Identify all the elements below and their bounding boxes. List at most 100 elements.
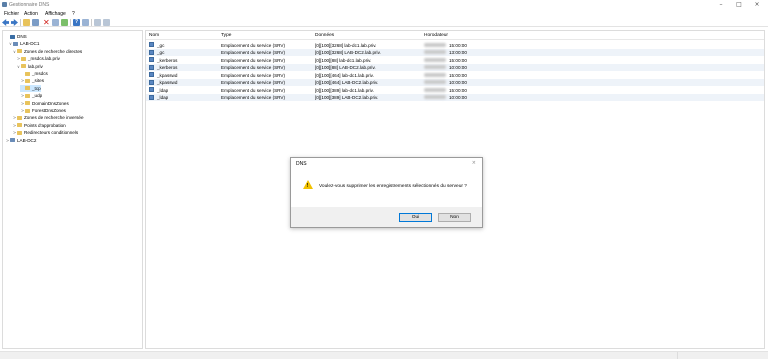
tree-item[interactable]: > LAB-DC2 [5,137,37,144]
tree-item-label: _udp [32,93,43,99]
tree-item-label: DNS [17,34,27,39]
tree-item[interactable]: ∨ Zones de recherche directes [12,48,82,55]
menu-fichier[interactable]: Fichier [4,11,19,17]
menu-affichage[interactable]: Affichage [45,11,66,17]
tree-item[interactable]: > _msdcs.lab.priv [16,55,60,62]
folder-icon [25,86,30,91]
record-icon [149,42,154,47]
table-row[interactable]: _ldap Emplacement du service (SRV) [0][100… [146,86,764,94]
table-row[interactable]: _kerberos Emplacement du service (SRV) [0]… [146,56,764,64]
dialog-footer: Oui Non [291,207,482,227]
column-header-data[interactable]: Données [315,33,334,38]
close-window-button[interactable]: × [750,1,764,9]
export-list-icon[interactable] [82,19,89,26]
up-folder-icon[interactable] [23,19,30,26]
properties-icon[interactable] [52,19,59,26]
back-icon[interactable] [2,19,9,26]
tree-item[interactable]: _tcp [20,84,41,92]
redacted-date [424,87,446,92]
show-tree-icon[interactable] [32,19,39,26]
cell-type: Emplacement du service (SRV) [221,80,285,85]
cell-data: [0][100][389] LAB-DC2.lab.priv. [315,95,379,100]
refresh-icon[interactable] [61,19,68,26]
record-icon [149,57,154,62]
tree-item[interactable]: > _sites [20,77,44,84]
cell-data: [0][100][88] lab-dc1.lab.priv. [315,57,372,63]
menu-action[interactable]: Action [24,11,38,17]
dns-icon [10,34,15,39]
redacted-date [424,95,446,99]
folder-icon [21,64,26,69]
tree-item[interactable]: > ForestDnsZones [20,107,66,114]
column-header-name[interactable]: Nom [149,33,159,38]
cell-time: 10:00:00 [449,80,467,85]
record-icon [149,72,154,77]
tree-item-label: ForestDnsZones [32,108,66,113]
column-header-type[interactable]: Type [221,33,231,38]
table-row[interactable]: _kpasswd Emplacement du service (SRV) [0][… [146,71,764,79]
help-icon[interactable]: ? [73,19,80,26]
cell-name: _kerberos [157,57,178,63]
tree-item[interactable]: > _udp [20,92,42,99]
tree-item-label: _tcp [32,85,41,91]
record-icon [149,87,154,92]
tree-item[interactable]: > Redirecteurs conditionnels [12,129,78,136]
table-row[interactable]: _kpasswd Emplacement du service (SRV) [0][… [146,78,764,86]
cell-time: 15:00:00 [449,72,467,78]
redacted-date [424,57,446,62]
cell-data: [0][100][464] lab-dc1.lab.priv. [315,72,374,78]
tree-item-label: LAB-DC2 [17,137,37,143]
cell-time: 15:00:00 [449,42,467,48]
delete-icon[interactable]: ✕ [43,19,50,27]
tree-item-label: Zones de recherche directes [24,48,83,54]
menu-help[interactable]: ? [72,11,75,17]
filter-icon[interactable] [103,19,110,26]
server-view-icon[interactable] [94,19,101,26]
tree-item-label: DomainDnsZones [32,100,69,106]
tree-item[interactable]: _msdcs [20,70,48,77]
table-row[interactable]: _kerberos Emplacement du service (SRV) [0]… [146,63,764,71]
toolbar: ✕ ? [0,18,768,27]
window-title: Gestionnaire DNS [9,2,50,8]
tree-item[interactable]: > Points d'approbation [12,122,66,129]
tree-item[interactable]: > DomainDnsZones [20,100,69,107]
yes-button[interactable]: Oui [399,213,432,222]
cell-type: Emplacement du service (SRV) [221,95,285,100]
status-bar [0,351,768,359]
menu-bar: Fichier Action Affichage ? [0,10,768,17]
tree-item[interactable]: ∨ lab.priv [16,63,43,70]
list-header: Nom Type Données Horodateur [146,31,764,40]
tree-item[interactable]: ∨ LAB-DC1 [8,40,39,47]
title-bar: Gestionnaire DNS – □ × [0,0,768,10]
dns-manager-icon [2,2,7,7]
record-icon [149,49,154,55]
table-row[interactable]: _gc Emplacement du service (SRV) [0][100][… [146,41,764,49]
server-icon [10,138,15,143]
cell-data: [0][100][464] LAB-DC2.lab.priv. [315,80,379,85]
tree-item-label: LAB-DC1 [20,41,40,47]
cell-name: _kpasswd [157,80,178,85]
cell-type: Emplacement du service (SRV) [221,57,285,63]
cell-data: [0][100][3268] LAB-DC2.lab.priv. [315,50,381,55]
tree-item[interactable]: > Zones de recherche inversée [12,114,84,121]
column-header-timestamp[interactable]: Horodateur [424,33,448,38]
tree-item-label: _sites [32,78,45,84]
minimize-button[interactable]: – [714,1,728,9]
dialog-close-icon[interactable]: × [472,160,476,166]
folder-icon [17,49,22,54]
maximize-button[interactable]: □ [732,1,746,9]
dialog-title: DNS [296,161,307,167]
tree-item-label: Redirecteurs conditionnels [24,130,79,136]
cell-name: _gc [157,50,165,55]
toolbar-separator [20,19,21,26]
redacted-date [424,65,446,69]
tree-item-label: Points d'approbation [24,122,66,128]
forward-icon[interactable] [11,19,18,26]
no-button[interactable]: Non [438,213,471,222]
redacted-date [424,80,446,84]
table-row[interactable]: _gc Emplacement du service (SRV) [0][100][… [146,48,764,56]
cell-time: 13:00:00 [449,50,467,55]
table-row[interactable]: _ldap Emplacement du service (SRV) [0][100… [146,93,764,101]
tree-item[interactable]: DNS [5,33,27,40]
toolbar-separator [70,19,71,26]
